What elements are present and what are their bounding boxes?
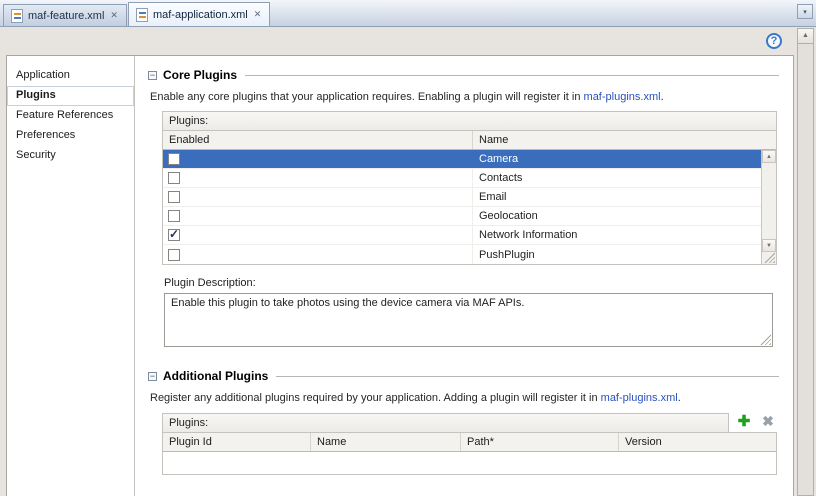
section-title: Core Plugins: [163, 68, 238, 82]
scroll-down-icon[interactable]: ▼: [762, 239, 776, 252]
checkbox[interactable]: ✓: [168, 210, 180, 222]
editor-toolbar-strip: ?: [0, 27, 796, 55]
sidebar-item-preferences[interactable]: Preferences: [7, 126, 134, 146]
editor-sidebar: Application Plugins Feature References P…: [7, 56, 135, 496]
additional-plugins-toolbar: Plugins: ✚ ✖: [162, 412, 777, 432]
description-text: Enable any core plugins that your applic…: [150, 91, 584, 103]
table-rows: ✓ Camera ✓ Contacts ✓ Ema: [163, 150, 761, 264]
additional-plugins-description: Register any additional plugins required…: [150, 392, 779, 404]
table-scrollbar[interactable]: ▲ ▼: [761, 150, 776, 264]
checkbox[interactable]: ✓: [168, 191, 180, 203]
additional-plugins-header: − Additional Plugins: [148, 369, 779, 383]
scroll-up-icon[interactable]: ▲: [798, 29, 813, 44]
editor-content: − Core Plugins Enable any core plugins t…: [135, 56, 793, 496]
editor-scrollbar[interactable]: ▲: [797, 28, 814, 496]
enabled-cell: ✓: [163, 150, 473, 168]
maf-plugins-link[interactable]: maf-plugins.xml: [601, 392, 678, 404]
tab-close-icon[interactable]: ✕: [109, 10, 119, 21]
enabled-cell: ✓: [163, 226, 473, 244]
tab-label: maf-application.xml: [152, 8, 248, 21]
plugin-name-cell: Network Information: [479, 229, 578, 241]
plugin-name-cell: Camera: [479, 153, 519, 165]
column-header-enabled[interactable]: Enabled: [163, 131, 473, 149]
checkmark-icon: ✓: [169, 227, 180, 241]
plugins-table-caption: Plugins:: [162, 413, 729, 432]
table-row[interactable]: ✓ Camera: [163, 150, 761, 169]
table-row[interactable]: ✓ Email: [163, 188, 761, 207]
section-rule: [245, 74, 779, 76]
table-row[interactable]: ✓ Contacts: [163, 169, 761, 188]
tab-maf-feature[interactable]: maf-feature.xml ✕: [3, 4, 127, 26]
tab-maf-application[interactable]: maf-application.xml ✕: [127, 2, 271, 26]
plugin-name-cell: Email: [479, 191, 507, 203]
plugins-table-caption: Plugins:: [163, 112, 776, 131]
column-header-version[interactable]: Version: [619, 433, 776, 451]
table-body: ✓ Camera ✓ Contacts ✓ Ema: [163, 150, 776, 264]
xml-file-icon: [11, 8, 23, 23]
checkbox[interactable]: ✓: [168, 153, 180, 165]
enabled-cell: ✓: [163, 188, 473, 206]
checkbox[interactable]: ✓: [168, 227, 180, 241]
table-row[interactable]: ✓ Geolocation: [163, 207, 761, 226]
resize-grip[interactable]: [764, 252, 775, 263]
plugin-description-text: Enable this plugin to take photos using …: [171, 297, 525, 309]
description-text: Register any additional plugins required…: [150, 392, 601, 404]
xml-file-icon: [135, 7, 148, 22]
help-icon[interactable]: ?: [766, 33, 782, 49]
plugin-name-cell: Geolocation: [479, 210, 538, 222]
section-rule: [276, 375, 779, 377]
sidebar-item-application[interactable]: Application: [7, 66, 134, 86]
column-header-name[interactable]: Name: [473, 131, 776, 149]
plugin-name-cell: Contacts: [479, 172, 523, 184]
column-header-path[interactable]: Path*: [461, 433, 619, 451]
overview-editor: Application Plugins Feature References P…: [6, 55, 794, 496]
tab-close-icon[interactable]: ✕: [253, 9, 263, 20]
editor-tab-bar: maf-feature.xml ✕ maf-application.xml ✕ …: [0, 0, 816, 27]
tab-overflow-button[interactable]: ▾: [797, 4, 813, 19]
description-suffix: .: [677, 392, 681, 404]
add-plugin-icon[interactable]: ✚: [735, 412, 753, 432]
column-header-plugin-id[interactable]: Plugin Id: [163, 433, 311, 451]
table-row[interactable]: ✓ Network Information: [163, 226, 761, 245]
empty-table-body[interactable]: [163, 452, 776, 474]
section-title: Additional Plugins: [163, 369, 269, 383]
plugin-description-label: Plugin Description:: [164, 277, 256, 289]
plugin-name-cell: PushPlugin: [479, 248, 535, 261]
sidebar-item-feature-references[interactable]: Feature References: [7, 106, 134, 126]
sidebar-item-security[interactable]: Security: [7, 146, 134, 166]
enabled-cell: ✓: [163, 245, 473, 264]
enabled-cell: ✓: [163, 207, 473, 225]
plugin-description-box[interactable]: Enable this plugin to take photos using …: [164, 293, 773, 347]
enabled-cell: ✓: [163, 169, 473, 187]
additional-plugins-table: Plugin Id Name Path* Version: [162, 432, 777, 475]
resize-grip[interactable]: [760, 334, 771, 345]
collapse-icon[interactable]: −: [148, 70, 157, 80]
table-row[interactable]: ✓ PushPlugin: [163, 245, 761, 264]
core-plugins-table: Plugins: Enabled Name ✓ Camera ✓: [162, 111, 777, 265]
tab-label: maf-feature.xml: [28, 9, 105, 22]
core-plugins-header: − Core Plugins: [148, 68, 779, 82]
collapse-icon[interactable]: −: [148, 371, 157, 381]
description-suffix: .: [660, 91, 664, 103]
maf-plugins-link[interactable]: maf-plugins.xml: [584, 91, 661, 103]
core-plugins-description: Enable any core plugins that your applic…: [150, 91, 779, 103]
column-header-name[interactable]: Name: [311, 433, 461, 451]
table-header-row: Plugin Id Name Path* Version: [163, 433, 776, 452]
table-header-row: Enabled Name: [163, 131, 776, 150]
scroll-up-icon[interactable]: ▲: [762, 150, 776, 163]
delete-plugin-icon[interactable]: ✖: [759, 413, 777, 432]
sidebar-item-plugins[interactable]: Plugins: [7, 86, 134, 106]
checkbox[interactable]: ✓: [168, 248, 180, 261]
checkbox[interactable]: ✓: [168, 172, 180, 184]
